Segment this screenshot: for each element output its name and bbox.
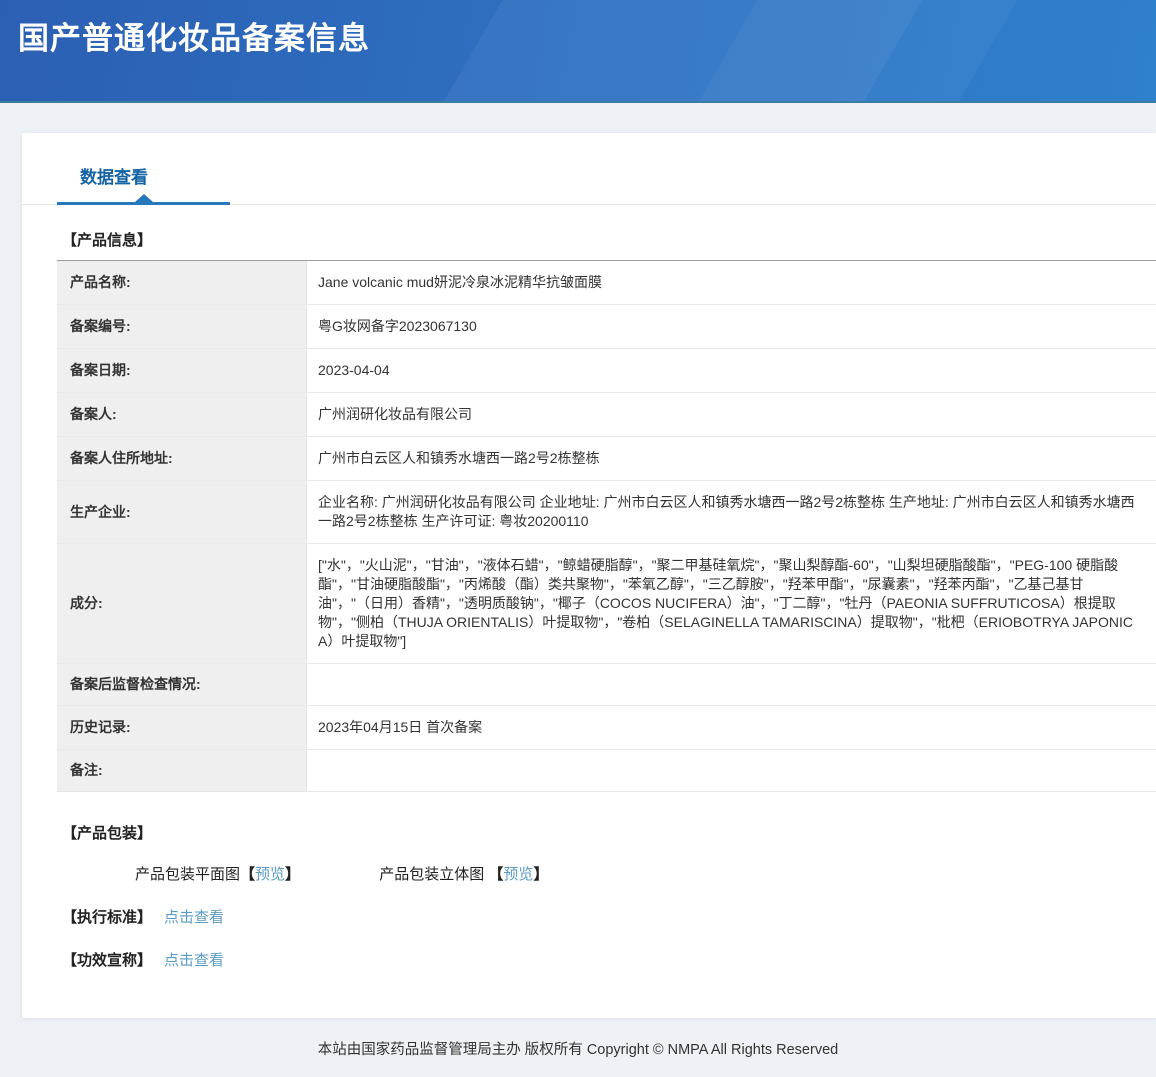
package-previews: 产品包装平面图【预览】 产品包装立体图 【预览】	[135, 863, 1156, 884]
table-row: 产品名称: Jane volcanic mud妍泥冷泉冰泥精华抗皱面膜	[57, 261, 1156, 305]
table-row: 备注:	[57, 750, 1156, 791]
section-efficacy-claim: 【功效宣称】	[62, 952, 152, 969]
table-row: 备案编号: 粤G妆网备字2023067130	[57, 305, 1156, 349]
section-product-info: 【产品信息】	[62, 229, 1156, 250]
row-value-registrant-address: 广州市白云区人和镇秀水塘西一路2号2栋整栋	[307, 437, 1156, 480]
row-value-product-name: Jane volcanic mud妍泥冷泉冰泥精华抗皱面膜	[307, 261, 1156, 304]
tab-active-indicator	[57, 202, 230, 205]
row-value-record-date: 2023-04-04	[307, 349, 1156, 392]
page-footer: 本站由国家药品监督管理局主办 版权所有 Copyright © NMPA All…	[0, 1024, 1156, 1077]
table-row: 备案日期: 2023-04-04	[57, 349, 1156, 393]
exec-standard-line: 【执行标准】点击查看	[62, 906, 1156, 927]
table-row: 备案后监督检查情况:	[57, 664, 1156, 706]
row-label-supervision-check: 备案后监督检查情况:	[57, 664, 307, 705]
package-stereo-preview-link[interactable]: 预览	[503, 866, 533, 883]
row-value-record-number: 粤G妆网备字2023067130	[307, 305, 1156, 348]
product-info-table: 产品名称: Jane volcanic mud妍泥冷泉冰泥精华抗皱面膜 备案编号…	[57, 260, 1156, 792]
section-product-package: 【产品包装】	[62, 822, 1156, 843]
tab-bar: 数据查看	[22, 133, 1156, 205]
row-value-supervision-check	[307, 664, 1156, 705]
row-value-registrant: 广州润研化妆品有限公司	[307, 393, 1156, 436]
efficacy-claim-view-link[interactable]: 点击查看	[164, 952, 224, 969]
table-row: 成分: ["水"，"火山泥"，"甘油"，"液体石蜡"，"鲸蜡硬脂醇"，"聚二甲基…	[57, 544, 1156, 664]
content-card: 数据查看 【产品信息】 产品名称: Jane volcanic mud妍泥冷泉冰…	[22, 133, 1156, 1018]
table-row: 历史记录: 2023年04月15日 首次备案	[57, 706, 1156, 750]
row-label-ingredients: 成分:	[57, 544, 307, 663]
row-value-ingredients: ["水"，"火山泥"，"甘油"，"液体石蜡"，"鲸蜡硬脂醇"，"聚二甲基硅氧烷"…	[307, 544, 1156, 663]
section-exec-standard: 【执行标准】	[62, 909, 152, 926]
page-header: 国产普通化妆品备案信息	[0, 0, 1156, 103]
row-label-remarks: 备注:	[57, 750, 307, 791]
bracket-open: 【	[240, 866, 255, 883]
row-label-history: 历史记录:	[57, 706, 307, 749]
table-row: 生产企业: 企业名称: 广州润研化妆品有限公司 企业地址: 广州市白云区人和镇秀…	[57, 481, 1156, 544]
bracket-close: 】	[285, 866, 300, 883]
row-label-product-name: 产品名称:	[57, 261, 307, 304]
package-stereo-item: 产品包装立体图 【预览】	[379, 866, 548, 883]
row-value-manufacturer: 企业名称: 广州润研化妆品有限公司 企业地址: 广州市白云区人和镇秀水塘西一路2…	[307, 481, 1156, 543]
table-row: 备案人住所地址: 广州市白云区人和镇秀水塘西一路2号2栋整栋	[57, 437, 1156, 481]
row-label-record-date: 备案日期:	[57, 349, 307, 392]
page-title: 国产普通化妆品备案信息	[0, 0, 1156, 58]
exec-standard-view-link[interactable]: 点击查看	[164, 909, 224, 926]
bracket-open: 【	[488, 866, 503, 883]
row-value-remarks	[307, 750, 1156, 791]
package-stereo-label: 产品包装立体图	[379, 866, 488, 883]
row-label-manufacturer: 生产企业:	[57, 481, 307, 543]
row-label-registrant-address: 备案人住所地址:	[57, 437, 307, 480]
package-flat-label: 产品包装平面图	[135, 866, 240, 883]
bracket-close: 】	[533, 866, 548, 883]
package-flat-preview-link[interactable]: 预览	[255, 866, 285, 883]
footer-copyright: 本站由国家药品监督管理局主办 版权所有 Copyright © NMPA All…	[318, 1042, 838, 1058]
table-row: 备案人: 广州润研化妆品有限公司	[57, 393, 1156, 437]
efficacy-claim-line: 【功效宣称】点击查看	[62, 949, 1156, 970]
package-flat-item: 产品包装平面图【预览】	[135, 866, 304, 883]
row-label-record-number: 备案编号:	[57, 305, 307, 348]
row-label-registrant: 备案人:	[57, 393, 307, 436]
row-value-history: 2023年04月15日 首次备案	[307, 706, 1156, 749]
